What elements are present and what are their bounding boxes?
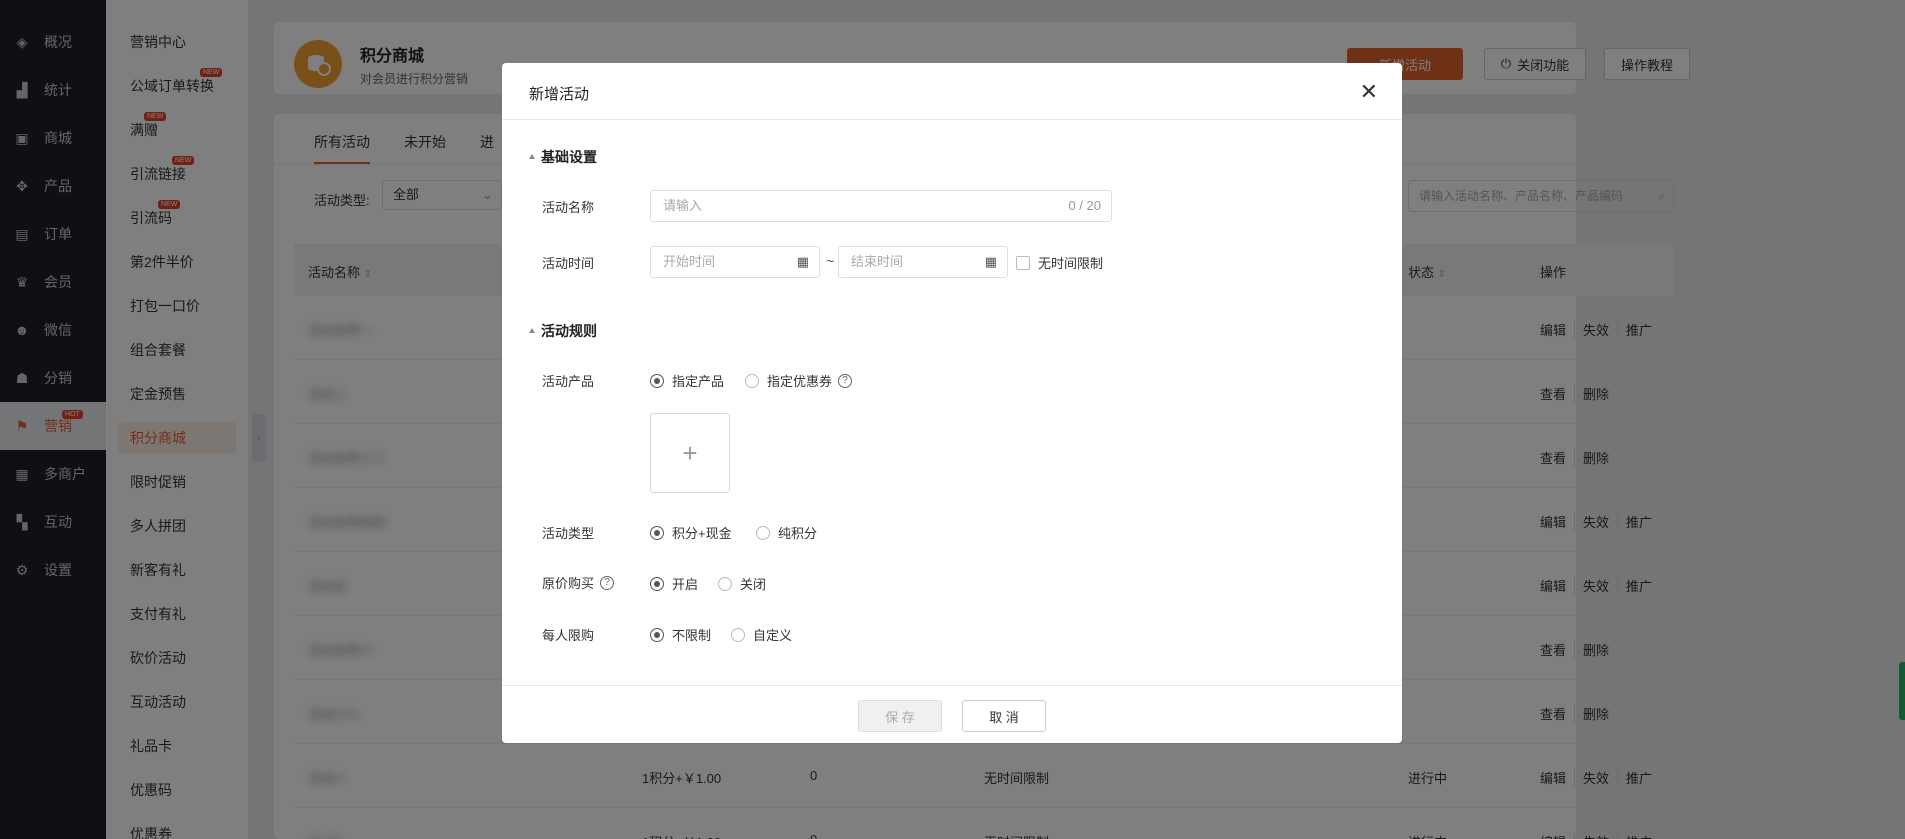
radio-label: 指定优惠券 bbox=[767, 374, 833, 389]
radio-unlimited[interactable]: 不限制 bbox=[650, 625, 711, 644]
end-time-placeholder: 结束时间 bbox=[851, 254, 904, 269]
original-price-label: 原价购买? bbox=[542, 573, 615, 592]
radio-points-cash[interactable]: 积分+现金 bbox=[650, 523, 732, 542]
radio-dot bbox=[731, 627, 745, 642]
radio-label: 积分+现金 bbox=[672, 526, 732, 541]
activity-name-label: 活动名称 bbox=[542, 200, 595, 215]
radio-points-only[interactable]: 纯积分 bbox=[756, 523, 817, 542]
no-time-limit-label: 无时间限制 bbox=[1038, 256, 1104, 271]
dialog-title: 新增活动 bbox=[529, 86, 590, 103]
radio-original-off[interactable]: 关闭 bbox=[718, 574, 766, 593]
checkbox-box bbox=[1016, 255, 1030, 270]
dialog-header-divider bbox=[502, 119, 1402, 120]
section-basic-settings: 基础设置 bbox=[529, 147, 597, 167]
radio-label: 纯积分 bbox=[778, 526, 818, 541]
end-time-picker[interactable]: 结束时间 ▦ bbox=[838, 246, 1008, 278]
activity-name-placeholder: 请输入 bbox=[663, 198, 703, 213]
start-time-picker[interactable]: 开始时间 ▦ bbox=[650, 246, 820, 278]
no-time-limit-checkbox[interactable]: 无时间限制 bbox=[1016, 253, 1103, 272]
cancel-button[interactable]: 取 消 bbox=[962, 700, 1046, 732]
radio-dot bbox=[756, 525, 770, 540]
radio-specified-product[interactable]: 指定产品 bbox=[650, 371, 724, 390]
activity-type-label: 活动类型 bbox=[542, 526, 595, 541]
radio-dot bbox=[650, 576, 664, 591]
calendar-icon: ▦ bbox=[984, 254, 997, 269]
dialog-footer-divider bbox=[502, 685, 1402, 686]
radio-dot bbox=[718, 576, 732, 591]
radio-dot bbox=[650, 373, 664, 388]
original-price-text: 原价购买 bbox=[542, 576, 595, 591]
time-separator: ~ bbox=[826, 253, 835, 269]
radio-label: 指定产品 bbox=[672, 374, 725, 389]
char-counter: 0 / 20 bbox=[1068, 198, 1101, 213]
close-icon[interactable]: ✕ bbox=[1360, 79, 1378, 105]
radio-dot bbox=[745, 373, 759, 388]
section-activity-rules: 活动规则 bbox=[529, 321, 597, 341]
add-product-button[interactable]: + bbox=[650, 413, 730, 493]
radio-label: 关闭 bbox=[740, 577, 767, 592]
save-button[interactable]: 保 存 bbox=[858, 700, 942, 732]
radio-label: 开启 bbox=[672, 577, 699, 592]
radio-original-on[interactable]: 开启 bbox=[650, 574, 698, 593]
radio-dot bbox=[650, 627, 664, 642]
radio-label: 自定义 bbox=[753, 628, 793, 643]
purchase-limit-label: 每人限购 bbox=[542, 628, 595, 643]
radio-label: 不限制 bbox=[672, 628, 712, 643]
radio-dot bbox=[650, 525, 664, 540]
radio-specified-coupon[interactable]: 指定优惠券? bbox=[745, 371, 853, 390]
help-icon[interactable]: ? bbox=[600, 575, 615, 590]
activity-time-label: 活动时间 bbox=[542, 256, 595, 271]
activity-product-label: 活动产品 bbox=[542, 374, 595, 389]
activity-name-input[interactable]: 请输入 0 / 20 bbox=[650, 190, 1112, 222]
radio-custom[interactable]: 自定义 bbox=[731, 625, 792, 644]
help-icon[interactable]: ? bbox=[838, 373, 853, 388]
add-activity-dialog: 新增活动 ✕ 基础设置 活动名称 请输入 0 / 20 活动时间 开始时间 ▦ … bbox=[502, 63, 1402, 743]
calendar-icon: ▦ bbox=[796, 254, 809, 269]
start-time-placeholder: 开始时间 bbox=[663, 254, 716, 269]
